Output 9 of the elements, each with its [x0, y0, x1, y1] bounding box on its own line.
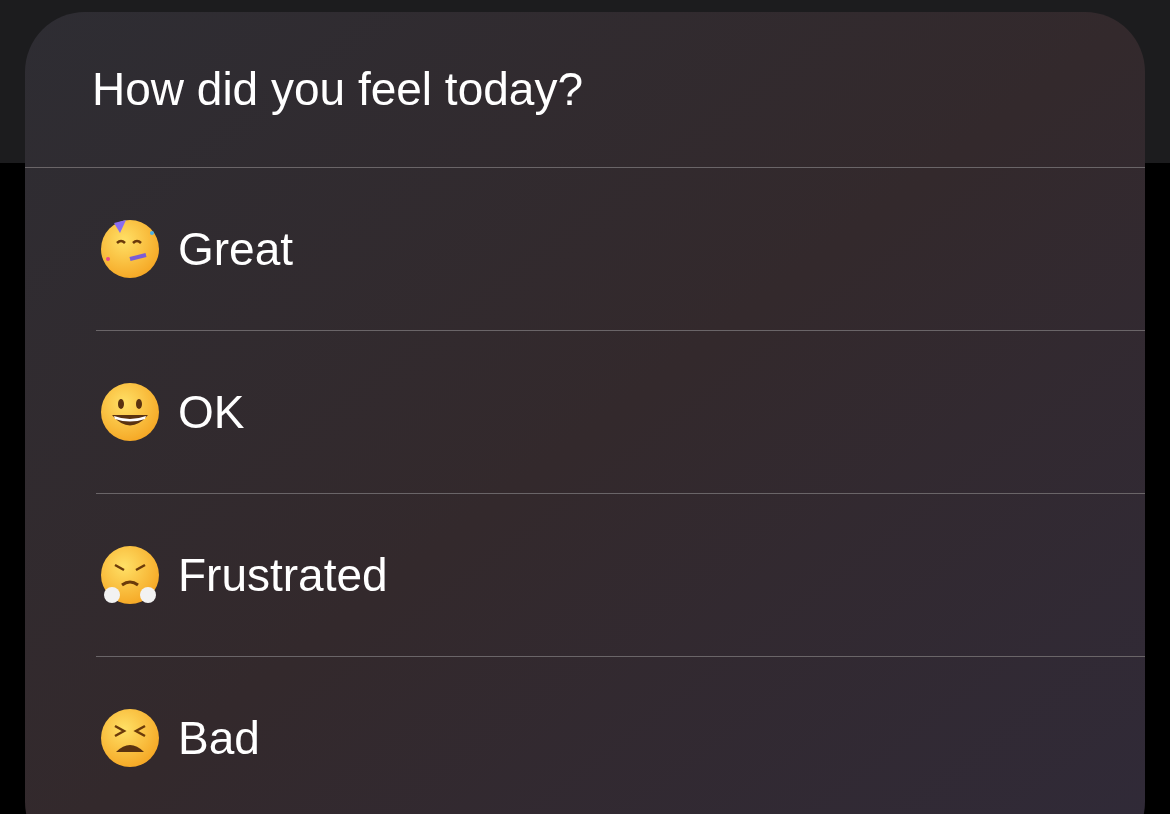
menu-item[interactable]: Great — [25, 168, 1145, 330]
grinning-face-icon — [100, 382, 160, 442]
tired-face-icon — [100, 708, 160, 768]
steaming-face-icon — [100, 545, 160, 605]
menu-title: How did you feel today? — [92, 62, 583, 117]
menu-item[interactable]: Bad — [96, 657, 1145, 814]
menu-item[interactable]: Frustrated — [96, 494, 1145, 656]
party-face-icon — [100, 219, 160, 279]
menu-item[interactable]: OK — [96, 331, 1145, 493]
